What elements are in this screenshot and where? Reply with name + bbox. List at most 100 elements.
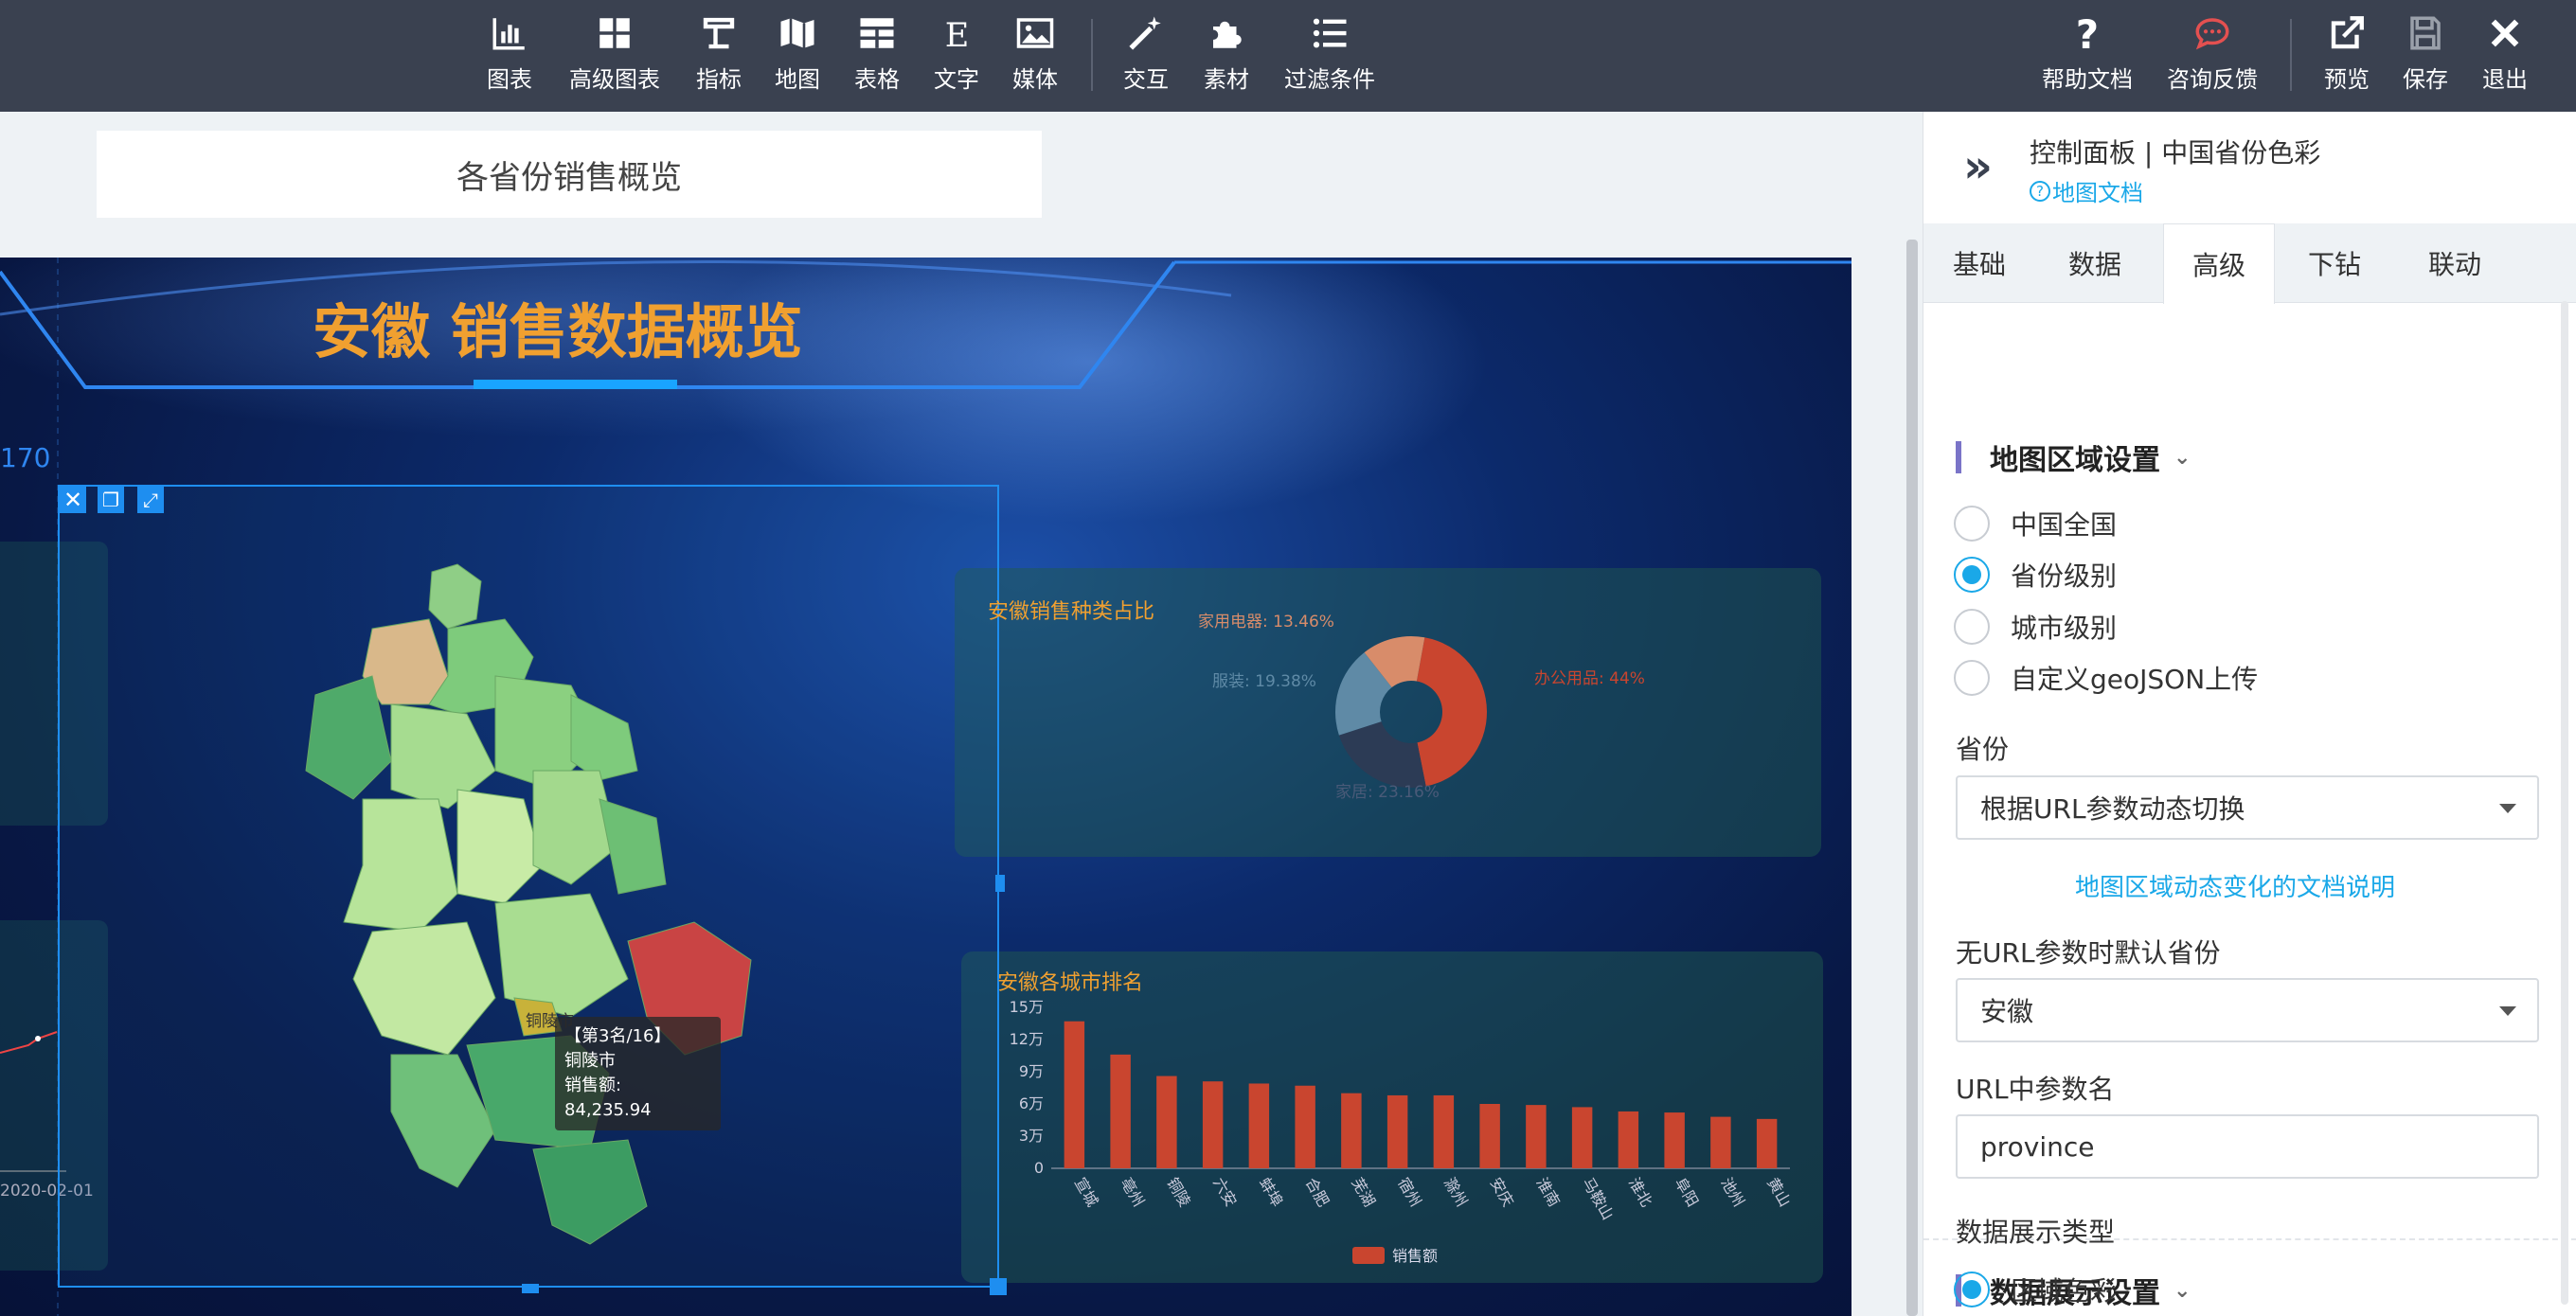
bar: [1202, 1081, 1224, 1168]
anhui-map[interactable]: [60, 487, 1001, 1289]
x-tick-label: 蚌埠: [1256, 1175, 1286, 1210]
x-tick-label: 马鞍山: [1579, 1175, 1617, 1223]
toolbar-text-button[interactable]: E 文字: [934, 13, 979, 94]
editor-canvas: 各省份销售概览 安徽 销售数据概览 170 2020-02-01 ✕ ❐ ⤢ 铜…: [0, 112, 1918, 1316]
pie-slice-label: 家居: 23.16%: [1335, 783, 1440, 802]
help-circle-icon: ?: [2030, 180, 2050, 202]
bar: [1664, 1112, 1685, 1168]
toolbar-label: 表格: [854, 66, 900, 93]
radio-china[interactable]: 中国全国: [1954, 505, 2117, 542]
caret-down-icon: [2499, 804, 2516, 813]
toolbar-table-button[interactable]: 表格: [854, 13, 900, 94]
bar: [1710, 1116, 1731, 1168]
help-doc-button[interactable]: ? 帮助文档: [2042, 13, 2133, 94]
pie-slice: [1338, 721, 1426, 788]
tooltip-city: 铜陵市: [564, 1051, 616, 1071]
x-tick-label: 六安: [1209, 1175, 1240, 1210]
radio-label: 区域色彩: [2011, 1275, 2118, 1307]
toolbar-label: 媒体: [1012, 66, 1058, 93]
page-title[interactable]: 各省份销售概览: [97, 131, 1042, 218]
toolbar-chart-button[interactable]: 图表: [487, 13, 532, 94]
exit-button[interactable]: 退出: [2482, 13, 2528, 94]
x-tick-label: 阜阳: [1672, 1175, 1702, 1210]
bar-chart-icon: [492, 18, 525, 50]
map-component[interactable]: ✕ ❐ ⤢ 铜陵市 【第3名/16】 铜陵市 销售额: 84,235.94: [58, 485, 1007, 1295]
puzzle-icon: [1213, 21, 1242, 48]
panel-body: 地图区域设置 ⌄ 中国全国 省份级别 城市级别 自定义geoJSON上传 省份 …: [1923, 304, 2576, 1316]
default-province-label: 无URL参数时默认省份: [1956, 937, 2221, 969]
map-doc-link-label: 地图文档: [2052, 180, 2143, 206]
bar: [1526, 1105, 1547, 1168]
radio-circle-selected: [1954, 557, 1990, 593]
bar: [1341, 1093, 1362, 1168]
panel-scrollbar[interactable]: [2561, 301, 2568, 1305]
map-doc-link[interactable]: ? 地图文档: [2030, 174, 2143, 207]
map-tooltip: 【第3名/16】 铜陵市 销售额: 84,235.94: [555, 1017, 721, 1130]
tooltip-rank: 【第3名/16】: [564, 1026, 671, 1046]
pie-chart: 办公用品: 44% 家居: 23.16% 服装: 19.38% 家用电器: 13.46…: [1198, 613, 1645, 802]
grid-icon: [599, 18, 630, 48]
indicator-icon: [703, 17, 735, 49]
canvas-scrollbar[interactable]: [1906, 240, 1918, 1316]
legend-label: 销售额: [1392, 1247, 1438, 1265]
bar: [1433, 1094, 1455, 1168]
tab-advanced[interactable]: 高级: [2163, 223, 2275, 304]
feedback-button[interactable]: 咨询反馈: [2167, 13, 2258, 94]
x-tick-label: 池州: [1717, 1175, 1747, 1210]
question-icon: ?: [2076, 13, 2099, 53]
toolbar-filter-button[interactable]: 过滤条件: [1284, 13, 1375, 94]
bar: [1064, 1021, 1085, 1168]
province-select[interactable]: 根据URL参数动态切换: [1956, 775, 2539, 840]
y-tick-label: 6万: [1019, 1094, 1044, 1112]
toolbar-media-button[interactable]: 媒体: [1012, 13, 1058, 94]
pie-slice-label: 家用电器: 13.46%: [1198, 613, 1334, 631]
tab-basic[interactable]: 基础: [1923, 223, 2035, 303]
y-tick-label: 15万: [1010, 998, 1044, 1016]
province-select-value: 根据URL参数动态切换: [1980, 793, 2245, 825]
toolbar-label: 文字: [934, 66, 979, 93]
toolbar-indicator-button[interactable]: 指标: [696, 13, 742, 94]
dashboard-title: 安徽 销售数据概览: [313, 297, 803, 366]
pie-slice-label: 服装: 19.38%: [1212, 672, 1316, 691]
radio-custom-geojson[interactable]: 自定义geoJSON上传: [1954, 659, 2258, 697]
dynamic-doc-link[interactable]: 地图区域动态变化的文档说明: [2075, 868, 2395, 903]
radio-city[interactable]: 城市级别: [1954, 608, 2117, 646]
list-icon: [1313, 18, 1347, 48]
radio-region-color[interactable]: 区域色彩: [1954, 1271, 2117, 1308]
toolbar-interaction-button[interactable]: 交互: [1123, 13, 1169, 94]
url-param-input[interactable]: province: [1956, 1114, 2539, 1179]
tab-data[interactable]: 数据: [2035, 223, 2155, 303]
display-type-label: 数据展示类型: [1956, 1217, 2116, 1248]
toolbar-material-button[interactable]: 素材: [1204, 13, 1249, 94]
toolbar-label: 预览: [2324, 66, 2370, 93]
toolbar-map-button[interactable]: 地图: [775, 13, 820, 94]
default-province-value: 安徽: [1980, 996, 2034, 1027]
top-toolbar: 图表 高级图表 指标 地图 表格 E 文字 媒体 交互 素材 过滤条件 ? 帮助…: [0, 0, 2576, 112]
dashboard-preview: 安徽 销售数据概览 170 2020-02-01 ✕ ❐ ⤢ 铜陵市 【第3名/…: [0, 258, 1852, 1316]
radio-province[interactable]: 省份级别: [1954, 556, 2117, 594]
chevron-down-icon: ⌄: [2174, 1278, 2191, 1303]
x-tick-label: 合肥: [1302, 1175, 1333, 1210]
tab-drilldown[interactable]: 下钻: [2275, 223, 2394, 303]
bar: [1295, 1085, 1315, 1168]
bar-chart-title: 安徽各城市排名: [997, 971, 1144, 995]
section-map-region[interactable]: 地图区域设置 ⌄: [1956, 436, 2191, 478]
map-icon: [780, 18, 814, 50]
side-number: 170: [0, 442, 51, 473]
magic-wand-icon: [1129, 16, 1161, 50]
radio-circle: [1954, 660, 1990, 696]
x-tick-label: 宿州: [1394, 1175, 1424, 1210]
svg-text:?: ?: [2076, 13, 2099, 53]
tab-linkage[interactable]: 联动: [2394, 223, 2515, 303]
province-label: 省份: [1956, 734, 2010, 765]
bar: [1756, 1118, 1778, 1168]
toolbar-label: 指标: [696, 66, 742, 93]
save-button[interactable]: 保存: [2403, 13, 2448, 94]
preview-button[interactable]: 预览: [2324, 13, 2370, 94]
radio-label: 城市级别: [2011, 613, 2118, 644]
y-tick-label: 12万: [1010, 1030, 1044, 1048]
table-icon: [860, 18, 894, 48]
toolbar-advanced-chart-button[interactable]: 高级图表: [569, 13, 660, 94]
default-province-select[interactable]: 安徽: [1956, 978, 2539, 1042]
collapse-panel-icon[interactable]: »: [1963, 140, 1993, 193]
